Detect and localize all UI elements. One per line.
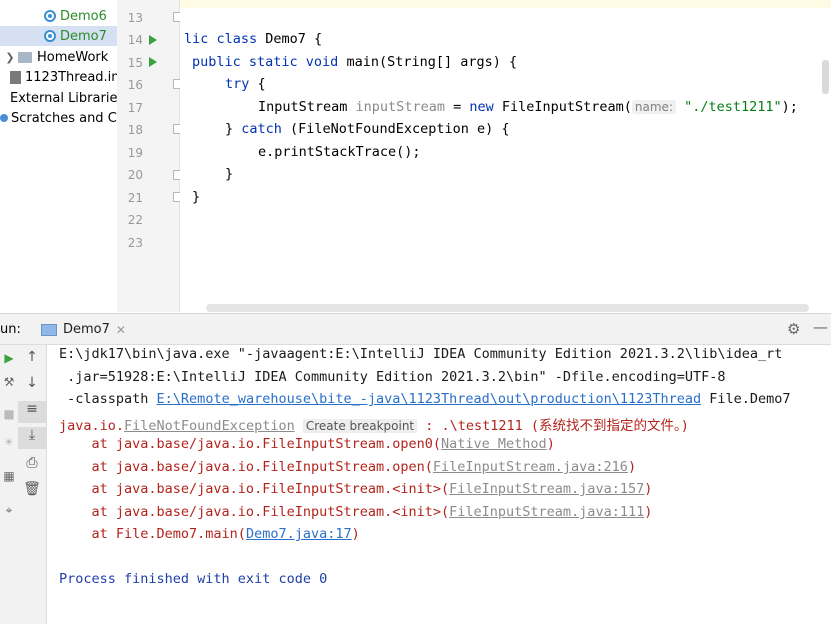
tree-item-iml-file[interactable]: 1123Thread.iml <box>10 67 118 87</box>
run-class-icon[interactable] <box>149 35 157 45</box>
line-number: 22 <box>127 213 143 227</box>
tree-item-label: External Libraries <box>10 90 118 106</box>
stack-trace-line: at java.base/java.io.FileInputStream.<in… <box>59 504 653 520</box>
tree-item-label: Demo6 <box>60 8 107 24</box>
soft-wrap-icon[interactable]: ≡ <box>18 401 46 423</box>
code-editor[interactable]: lic class Demo7 { public static void mai… <box>180 0 831 312</box>
run-side-toolbar: ▶ ⚒ ■ ✴ ▦ ⌖ <box>0 345 19 624</box>
horizontal-scrollbar[interactable] <box>206 304 809 312</box>
tree-item-external-libraries[interactable]: External Libraries <box>6 88 118 108</box>
pin-icon[interactable]: ⌖ <box>0 503 18 518</box>
line-number: 21 <box>127 191 143 205</box>
code-line-17: InputStream inputStream = new FileInputS… <box>258 99 798 115</box>
rerun-icon[interactable]: ▶ <box>0 351 18 365</box>
project-tree: Demo6 Demo7 ❯ HomeWork 1123Thread.iml Ex… <box>0 0 118 312</box>
stack-source-link[interactable]: FileInputStream.java:157 <box>449 481 644 497</box>
tree-item-homework[interactable]: ❯ HomeWork <box>4 47 108 67</box>
code-line-16: try { <box>225 76 266 92</box>
close-icon[interactable]: ✕ <box>116 323 126 337</box>
console-toolbar: ↑ ↓ ≡ ⤓ ⎙ 🗑 <box>18 345 47 624</box>
stack-trace-line: at java.base/java.io.FileInputStream.ope… <box>59 459 637 475</box>
print-icon[interactable]: ⎙ <box>18 455 46 471</box>
module-file-icon <box>10 70 21 84</box>
gear-icon[interactable]: ⚙ <box>787 320 800 338</box>
tree-item-label: Demo7 <box>60 28 107 44</box>
code-line-21: } <box>192 189 201 205</box>
line-number: 16 <box>127 78 143 92</box>
line-number: 14 <box>127 33 143 47</box>
folder-icon <box>18 51 32 63</box>
console-line: -classpath E:\Remote_warehouse\bite_-jav… <box>59 391 791 407</box>
chevron-right-icon[interactable]: ❯ <box>4 51 16 64</box>
console-output[interactable]: E:\jdk17\bin\java.exe "-javaagent:E:\Int… <box>47 345 831 624</box>
stack-source-link[interactable]: FileInputStream.java:111 <box>449 504 644 520</box>
process-finished-line: Process finished with exit code 0 <box>59 571 328 587</box>
debug-icon[interactable]: ✴ <box>0 435 18 449</box>
code-line-18: } catch (FileNotFoundException e) { <box>225 121 510 137</box>
class-icon <box>44 30 56 42</box>
exception-class-link[interactable]: FileNotFoundException <box>124 418 295 434</box>
code-line-20: } <box>225 166 234 182</box>
console-line: .jar=51928:E:\IntelliJ IDEA Community Ed… <box>59 369 726 385</box>
line-number: 15 <box>127 56 143 70</box>
stack-source-link[interactable]: FileInputStream.java:216 <box>433 459 628 475</box>
stack-trace-line: at File.Demo7.main(Demo7.java:17) <box>59 526 360 542</box>
stack-source-link[interactable]: Demo7.java:17 <box>246 526 352 542</box>
stack-trace-line: at java.base/java.io.FileInputStream.ope… <box>59 436 555 452</box>
run-panel-title: un: <box>0 322 21 337</box>
parameter-hint: name: <box>631 100 676 114</box>
code-line-14: lic class Demo7 { <box>184 31 323 47</box>
create-breakpoint-button[interactable]: Create breakpoint <box>302 419 418 433</box>
console-line: E:\jdk17\bin\java.exe "-javaagent:E:\Int… <box>59 346 783 362</box>
tree-item-demo6[interactable]: Demo6 <box>44 6 107 26</box>
code-line-19: e.printStackTrace(); <box>258 144 421 160</box>
tree-item-label: Scratches and Cons <box>11 110 117 126</box>
scroll-down-icon[interactable]: ↓ <box>18 375 46 391</box>
classpath-link[interactable]: E:\Remote_warehouse\bite_-java\1123Threa… <box>157 391 702 407</box>
vertical-scrollbar[interactable] <box>822 60 829 94</box>
current-line-highlight <box>180 0 831 8</box>
line-number: 18 <box>127 123 143 137</box>
code-line-15: public static void main(String[] args) { <box>192 54 518 70</box>
tree-item-label: HomeWork <box>37 49 109 65</box>
line-number: 20 <box>127 168 143 182</box>
exception-line: java.io.FileNotFoundException Create bre… <box>59 418 689 434</box>
scratches-icon <box>0 114 8 122</box>
wrench-icon[interactable]: ⚒ <box>0 375 18 389</box>
line-number: 17 <box>127 101 143 115</box>
tab-label: Demo7 <box>63 322 110 337</box>
stack-source-link[interactable]: Native Method <box>441 436 547 452</box>
editor-gutter[interactable]: 13 14 15 16 17 18 19 20 21 22 23 <box>117 0 183 312</box>
run-main-icon[interactable] <box>149 57 157 67</box>
run-panel-header: un: Demo7 ✕ ⚙ — <box>0 313 831 345</box>
stack-trace-line: at java.base/java.io.FileInputStream.<in… <box>59 481 653 497</box>
layout-icon[interactable]: ▦ <box>0 469 18 483</box>
run-config-icon <box>41 323 57 336</box>
minimize-icon[interactable]: — <box>813 318 828 336</box>
tab-demo7[interactable]: Demo7 ✕ <box>33 314 134 345</box>
line-number: 13 <box>127 11 143 25</box>
trash-icon[interactable]: 🗑 <box>18 481 46 497</box>
scroll-up-icon[interactable]: ↑ <box>18 349 46 365</box>
stop-icon[interactable]: ■ <box>0 407 18 421</box>
tree-item-scratches[interactable]: Scratches and Cons <box>0 108 117 128</box>
line-number: 23 <box>127 236 143 250</box>
class-icon <box>44 10 56 22</box>
tree-item-label: 1123Thread.iml <box>25 69 118 85</box>
scroll-to-end-icon[interactable]: ⤓ <box>18 427 46 449</box>
tree-item-demo7[interactable]: Demo7 <box>0 26 117 46</box>
line-number: 19 <box>127 146 143 160</box>
